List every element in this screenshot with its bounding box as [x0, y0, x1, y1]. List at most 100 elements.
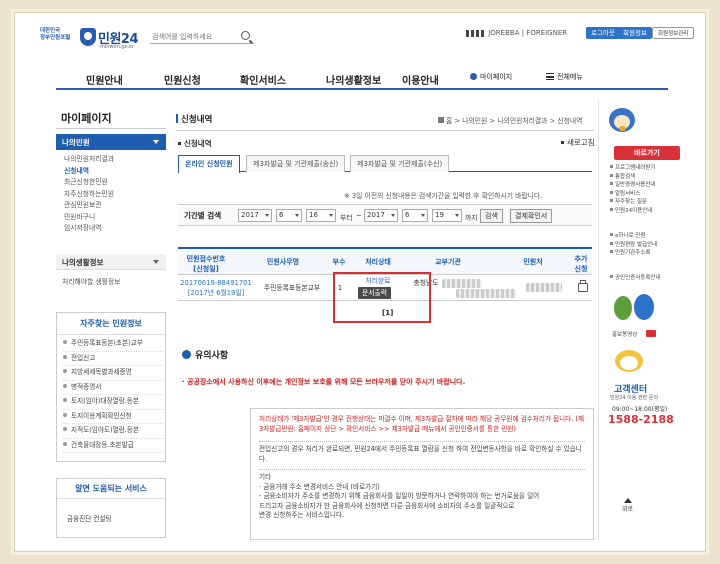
- member-manage-button[interactable]: 회원정보관리: [652, 27, 695, 39]
- quicklink-item[interactable]: 알림서비스: [610, 190, 680, 199]
- sidebar-section-life-info[interactable]: 나의생활정보: [56, 254, 166, 270]
- from-year-select[interactable]: 2017: [238, 209, 272, 222]
- to-month-select[interactable]: 6: [402, 209, 428, 222]
- quicklink-item[interactable]: 민원기관주소록: [610, 249, 680, 258]
- bullet-icon: [610, 182, 613, 185]
- sidebar-item-todo-life[interactable]: 처리해야할 생활정보: [62, 276, 120, 286]
- refresh-button[interactable]: 새로고침: [561, 137, 595, 148]
- quicklink-label: e하나로 민원: [615, 233, 646, 239]
- faq-item[interactable]: 병적증명서: [63, 381, 163, 395]
- masked-icon: [481, 29, 484, 37]
- to-year-select[interactable]: 2017: [364, 209, 398, 222]
- sidebar-item-frequent[interactable]: 자주신청하는민원: [64, 189, 166, 201]
- useful-item[interactable]: 금융진단 컨설팅: [67, 513, 112, 523]
- scroll-top-button[interactable]: 위로: [622, 498, 633, 513]
- security-notice: · 공공장소에서 사용하신 이후에는 개인정보 보호를 위해 모든 브라우저를 …: [182, 378, 466, 386]
- to-year-value: 2017: [367, 211, 385, 219]
- gnb-item-life-info[interactable]: 나의생활정보: [326, 72, 381, 87]
- customer-center-hours: 09:00~18:00(평일): [612, 406, 668, 413]
- breadcrumb-home[interactable]: 홈: [446, 117, 452, 125]
- sidebar-item-basket[interactable]: 민원바구니: [64, 212, 166, 224]
- useful-title: 알면 도움되는 서비스: [57, 479, 165, 499]
- faq-item[interactable]: 토지이용계획확인신청: [63, 410, 163, 424]
- logo-url: minwon.go.kr: [100, 44, 135, 50]
- breadcrumb-item[interactable]: 나의민원: [462, 117, 487, 125]
- bullet-icon: [610, 233, 613, 236]
- faq-item[interactable]: 주민등록표등본(초본)교부: [63, 337, 163, 352]
- from-month-select[interactable]: 6: [276, 209, 302, 222]
- quicklink-item[interactable]: 공인인증서등록안내: [610, 274, 680, 283]
- logout-button[interactable]: 로그아웃: [586, 27, 620, 39]
- chevron-down-icon: [295, 214, 299, 217]
- search-input[interactable]: [150, 30, 254, 44]
- bullet-icon: [63, 412, 67, 417]
- service-name[interactable]: 주민등록표등본교부: [254, 283, 330, 293]
- arrow-up-icon: [623, 498, 632, 503]
- apply-date: [2017년 6월19일]: [187, 289, 245, 297]
- bullet-icon: [561, 141, 564, 144]
- faq-item[interactable]: 토지(임야)대장열람.등본: [63, 395, 163, 410]
- to-day-select[interactable]: 19: [432, 209, 462, 222]
- quicklink-item[interactable]: 일반증명사용안내: [610, 181, 680, 190]
- search-icon[interactable]: [241, 31, 250, 40]
- promo-video-label[interactable]: 홍보동영상: [612, 330, 637, 338]
- sidebar-title: 마이페이지: [56, 107, 166, 129]
- caution-title-text: 유의사항: [195, 351, 229, 361]
- faq-item[interactable]: 건축물대장등.초본발급: [63, 439, 163, 453]
- payment-confirm-button[interactable]: 결제확인서: [510, 209, 553, 223]
- quicklink-item[interactable]: 민원편람 발급안내: [610, 241, 680, 250]
- to-day-value: 19: [435, 211, 444, 219]
- quicklink-item[interactable]: e하나로 민원: [610, 232, 680, 241]
- mascot-icon: [612, 350, 646, 380]
- notice-divider: [259, 441, 585, 442]
- gnb-item-verify[interactable]: 확인서비스: [240, 72, 286, 87]
- search-button[interactable]: 검색: [480, 209, 503, 223]
- sidebar-section-my-minwon[interactable]: 나의민원: [56, 134, 166, 150]
- gnb-item-guide[interactable]: 민원안내: [86, 72, 123, 87]
- faq-box: 자주찾는 민원정보 주민등록표등본(초본)교부 전입신고 지방세세목별과세증명 …: [56, 312, 166, 462]
- quicklink-item[interactable]: 자주찾는 질문: [610, 198, 680, 207]
- mascot-icon: [614, 296, 632, 320]
- caution-title: 유의사항: [182, 348, 228, 361]
- from-day-select[interactable]: 16: [306, 209, 336, 222]
- quicklink-item[interactable]: 통합검색: [610, 173, 680, 182]
- sidebar-item-results[interactable]: 나의민원처리결과: [64, 154, 166, 166]
- notice-divider: [259, 469, 585, 470]
- sidebar-item-history[interactable]: 신청내역: [64, 166, 166, 178]
- breadcrumb-item[interactable]: 나의민원처리결과: [497, 117, 547, 125]
- pagination[interactable]: [1]: [382, 309, 393, 317]
- home-icon: [438, 117, 444, 123]
- bullet-icon: [610, 207, 613, 211]
- sidebar-item-interest[interactable]: 관심민원보관: [64, 200, 166, 212]
- tab-third-party-send[interactable]: 제3자발급 및 기관제출(송신): [246, 155, 346, 172]
- member-info-button[interactable]: 회원정보: [618, 27, 652, 39]
- quicklink-label: 민원편람 발급안내: [615, 241, 658, 248]
- faq-item-label: 병적증명서: [71, 382, 102, 391]
- quicklink-item[interactable]: 프로그램내려받기: [610, 164, 680, 173]
- sidebar-item-temp-saved[interactable]: 임시저장내역: [64, 223, 166, 235]
- page-title-text: 신청내역: [181, 115, 213, 125]
- bullet-icon: [610, 199, 613, 202]
- mypage-link[interactable]: 마이페이지: [470, 72, 512, 82]
- gnb-item-apply[interactable]: 민원신청: [164, 72, 201, 87]
- util-text[interactable]: JOREBBA | FOREIGNER: [488, 29, 567, 37]
- all-menu-button[interactable]: 전체메뉴: [546, 72, 583, 82]
- mypage-label: 마이페이지: [480, 73, 513, 81]
- faq-item[interactable]: 지적도(임야도)열람.등본: [63, 424, 163, 439]
- gov-portal-label: 대한민국 정부민원포털: [40, 28, 71, 41]
- receipt-no[interactable]: 20170619-88491701: [178, 278, 254, 288]
- tab-online-apps[interactable]: 온라인 신청민원: [178, 155, 240, 173]
- breadcrumb: 홈 > 나의민원 > 나의민원처리결과 > 신청내역: [438, 115, 582, 125]
- page-title: 신청내역: [176, 113, 212, 125]
- gnb-item-usage[interactable]: 이용안내: [402, 72, 439, 87]
- to-suffix: 까지: [465, 214, 478, 222]
- faq-item-label: 토지(임야)대장열람.등본: [71, 397, 139, 405]
- faq-item[interactable]: 전입신고: [63, 352, 163, 366]
- printer-icon[interactable]: [578, 280, 588, 292]
- tab-third-party-receive[interactable]: 제3자발급 및 기관제출(수신): [350, 155, 450, 172]
- sidebar-item-recent[interactable]: 최근신청한민원: [64, 177, 166, 189]
- site-logo[interactable]: 민원24 minwon.go.kr: [80, 26, 142, 52]
- quicklink-item[interactable]: 민원24이용안내: [610, 207, 680, 216]
- faq-item-label: 지적도(임야도)열람.등본: [71, 426, 139, 434]
- faq-item[interactable]: 지방세세목별과세증명: [63, 366, 163, 381]
